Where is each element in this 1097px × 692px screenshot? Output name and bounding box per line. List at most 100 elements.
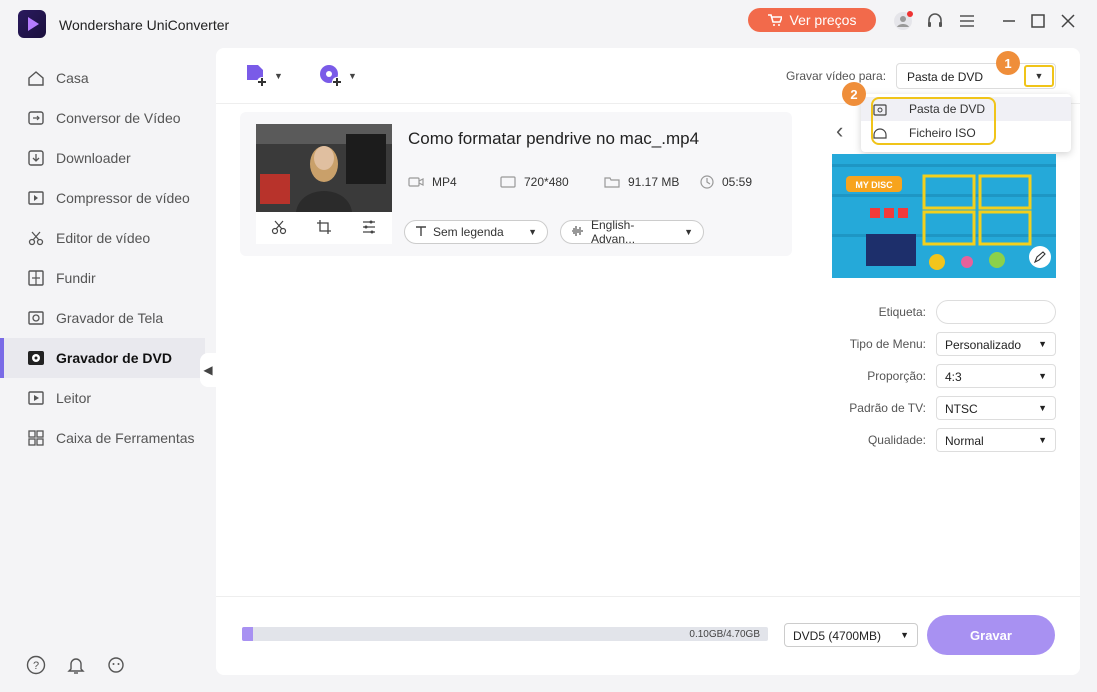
aspect-ratio-row: Proporção: 4:3 ▼ — [776, 364, 1056, 388]
toolbox-icon — [26, 428, 46, 448]
add-disc-icon — [320, 65, 342, 87]
menu-type-select[interactable]: Personalizado ▼ — [936, 332, 1056, 356]
step-badge-1: 1 — [996, 51, 1020, 75]
trim-scissors-icon[interactable] — [271, 219, 287, 238]
support-headset-icon[interactable] — [924, 10, 946, 32]
menu-type-value: Personalizado — [945, 338, 1022, 352]
player-icon — [26, 388, 46, 408]
video-size-value: 91.17 MB — [628, 175, 680, 189]
sidebar-item-compressor[interactable]: Compressor de vídeo — [0, 178, 205, 218]
sidebar-item-label: Conversor de Vídeo — [56, 110, 181, 126]
crop-icon[interactable] — [316, 219, 332, 238]
chevron-down-icon: ▼ — [1038, 339, 1047, 349]
chevron-down-icon: ▼ — [900, 630, 909, 640]
pricing-button[interactable]: Ver preços — [748, 8, 876, 32]
screen-record-icon — [26, 308, 46, 328]
svg-text:?: ? — [33, 660, 39, 672]
edit-template-icon[interactable] — [1029, 246, 1051, 268]
disc-capacity-fill — [242, 627, 254, 641]
chevron-left-icon: ◀ — [203, 363, 213, 377]
close-icon[interactable] — [1057, 10, 1079, 32]
sidebar: Casa Conversor de Vídeo Downloader Compr… — [0, 58, 205, 458]
scissors-icon — [26, 228, 46, 248]
quality-select[interactable]: Normal ▼ — [936, 428, 1056, 452]
menu-type-row: Tipo de Menu: Personalizado ▼ — [776, 332, 1056, 356]
burn-target-dropdown-button[interactable]: ▼ — [1024, 65, 1054, 87]
aspect-ratio-label: Proporção: — [867, 369, 926, 383]
sidebar-item-label: Gravador de DVD — [56, 350, 172, 366]
tv-standard-row: Padrão de TV: NTSC ▼ — [776, 396, 1056, 420]
menu-type-label: Tipo de Menu: — [849, 337, 926, 351]
subtitle-value: Sem legenda — [433, 225, 504, 239]
add-file-icon — [247, 65, 267, 87]
add-files-button[interactable]: ▼ — [244, 62, 283, 90]
subtitle-select[interactable]: Sem legenda ▼ — [404, 220, 548, 244]
tv-standard-select[interactable]: NTSC ▼ — [936, 396, 1056, 420]
notification-bell-icon[interactable] — [66, 655, 86, 675]
burn-target-label: Gravar vídeo para: — [786, 69, 887, 83]
burn-target-value: Pasta de DVD — [907, 70, 984, 84]
audio-wave-icon — [571, 225, 585, 240]
title-bar: Wondershare UniConverter Ver preços — [0, 0, 1097, 46]
label-field-label: Etiqueta: — [878, 305, 926, 319]
menu-icon[interactable] — [956, 10, 978, 32]
chevron-down-icon: ▼ — [274, 71, 283, 81]
sidebar-item-fundir[interactable]: Fundir — [0, 258, 205, 298]
sidebar-item-conversor[interactable]: Conversor de Vídeo — [0, 98, 205, 138]
disc-type-select[interactable]: DVD5 (4700MB) ▼ — [784, 623, 918, 647]
sidebar-item-leitor[interactable]: Leitor — [0, 378, 205, 418]
template-title: MY DISC — [855, 180, 893, 190]
maximize-icon[interactable] — [1027, 10, 1049, 32]
resolution-icon — [500, 176, 516, 188]
app-logo-icon — [18, 10, 46, 38]
convert-icon — [26, 108, 46, 128]
chevron-down-icon: ▼ — [684, 227, 693, 237]
sidebar-item-label: Caixa de Ferramentas — [56, 430, 195, 446]
label-input[interactable] — [936, 300, 1056, 324]
sidebar-item-label: Gravador de Tela — [56, 310, 164, 326]
merge-icon — [26, 268, 46, 288]
sidebar-item-label: Editor de vídeo — [56, 230, 151, 246]
video-resolution: 720*480 — [500, 175, 569, 189]
tv-standard-value: NTSC — [945, 402, 978, 416]
video-format-value: MP4 — [432, 175, 457, 189]
folder-icon — [604, 176, 620, 188]
chevron-down-icon: ▼ — [1038, 371, 1047, 381]
user-avatar-icon[interactable] — [892, 10, 914, 32]
sidebar-item-label: Casa — [56, 70, 89, 86]
video-size: 91.17 MB — [604, 175, 679, 189]
sidebar-item-gravador-dvd[interactable]: Gravador de DVD — [0, 338, 205, 378]
audio-track-select[interactable]: English-Advan... ▼ — [560, 218, 704, 246]
sidebar-item-gravador-tela[interactable]: Gravador de Tela — [0, 298, 205, 338]
dvd-menu-template-preview[interactable]: MY DISC — [832, 154, 1056, 278]
sidebar-item-downloader[interactable]: Downloader — [0, 138, 205, 178]
video-thumbnail[interactable] — [256, 124, 392, 212]
previous-template-icon[interactable]: ‹ — [836, 118, 843, 144]
download-icon — [26, 148, 46, 168]
chevron-down-icon: ▼ — [348, 71, 357, 81]
quality-value: Normal — [945, 434, 984, 448]
home-icon — [26, 68, 46, 88]
effects-sliders-icon[interactable] — [361, 219, 377, 238]
sidebar-item-casa[interactable]: Casa — [0, 58, 205, 98]
disc-type-value: DVD5 (4700MB) — [793, 629, 882, 643]
help-icon[interactable]: ? — [26, 655, 46, 675]
sidebar-item-toolbox[interactable]: Caixa de Ferramentas — [0, 418, 205, 458]
sidebar-item-label: Compressor de vídeo — [56, 190, 190, 206]
burn-button[interactable]: Gravar — [927, 615, 1055, 655]
aspect-ratio-select[interactable]: 4:3 ▼ — [936, 364, 1056, 388]
minimize-icon[interactable] — [998, 10, 1020, 32]
bottom-divider — [216, 596, 1080, 597]
aspect-ratio-value: 4:3 — [945, 370, 962, 384]
step-badge-2: 2 — [842, 82, 866, 106]
dropdown-highlight-frame — [871, 97, 996, 145]
sidebar-collapse-toggle[interactable]: ◀ — [200, 353, 216, 387]
label-field-row: Etiqueta: — [776, 300, 1056, 324]
video-title: Como formatar pendrive no mac_.mp4 — [408, 129, 700, 148]
sidebar-item-editor[interactable]: Editor de vídeo — [0, 218, 205, 258]
video-duration-value: 05:59 — [722, 175, 753, 189]
sidebar-item-label: Fundir — [56, 270, 96, 286]
video-resolution-value: 720*480 — [524, 175, 569, 189]
feedback-icon[interactable] — [106, 655, 126, 675]
add-disc-button[interactable]: ▼ — [318, 62, 357, 90]
